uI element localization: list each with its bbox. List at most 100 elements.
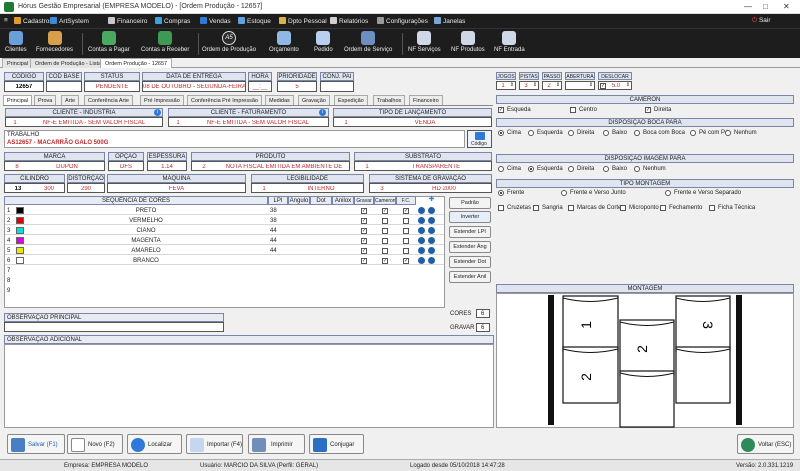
padrao-button[interactable]: Padrão — [449, 197, 491, 209]
estender-anil-button[interactable]: Estender Anil — [449, 271, 491, 283]
deslocar-checkbox[interactable]: ✓ — [600, 83, 606, 89]
imagem-radio-2[interactable] — [568, 166, 574, 172]
tab-principal[interactable]: Principal — [2, 58, 34, 68]
imprimir-button[interactable]: Imprimir — [248, 434, 305, 454]
sair-button[interactable]: ⏻ Sair — [752, 17, 771, 25]
menu-cadastros[interactable]: Cadastros — [14, 17, 53, 25]
move-down-icon[interactable] — [418, 247, 425, 254]
cliente-industria-field[interactable]: 1 NF-E EMITIDA - SEM VALOR FISCAL — [5, 117, 163, 127]
subtab-medidas[interactable]: Medidas — [265, 95, 294, 105]
menu-artsystem[interactable]: ArtSystem — [50, 17, 89, 25]
subtab-expedicao[interactable]: Expedição — [334, 95, 368, 105]
cameron-direita-checkbox[interactable]: ✓ — [645, 107, 651, 113]
boca-radio-6[interactable] — [725, 130, 731, 136]
montagem-check-3[interactable] — [620, 205, 626, 211]
move-down-icon[interactable] — [418, 237, 425, 244]
jogos-field[interactable]: 1 ⇕ — [496, 81, 516, 90]
toolbar-contas-pagar[interactable]: Contas a Pagar — [88, 31, 130, 53]
menu-configuracoes[interactable]: Configurações — [377, 17, 428, 25]
subtab-financeiro[interactable]: Financeiro — [409, 95, 443, 105]
toolbar-ordem-servico[interactable]: Ordem de Serviço — [344, 31, 392, 53]
gravar-checkbox[interactable]: ✓ — [361, 218, 367, 224]
tipo_montagem-radio-1[interactable] — [561, 190, 567, 196]
move-down-icon[interactable] — [418, 227, 425, 234]
cameron-esquerda-checkbox[interactable]: ✓ — [498, 107, 504, 113]
imagem-radio-1[interactable] — [528, 166, 534, 172]
montagem-check-4[interactable] — [660, 205, 666, 211]
importar-button[interactable]: Importar (F4) — [186, 434, 243, 454]
boca-radio-2[interactable] — [568, 130, 574, 136]
toolbar-nf-produtos[interactable]: NF Produtos — [451, 31, 485, 53]
cliente-faturamento-field[interactable]: 1 NF-E EMITIDA - SEM VALOR FISCAL — [168, 117, 329, 127]
move-down-icon[interactable] — [418, 257, 425, 264]
fc-checkbox[interactable] — [403, 248, 409, 254]
abertura-field[interactable]: ⇕ — [565, 81, 595, 90]
boca-radio-3[interactable] — [603, 130, 609, 136]
maquina-field[interactable]: FEVA — [107, 183, 246, 193]
minimize-icon[interactable]: — — [744, 2, 752, 11]
boca-radio-4[interactable] — [634, 130, 640, 136]
opcao-field[interactable]: DFS — [108, 161, 144, 171]
gravar-checkbox[interactable]: ✓ — [361, 208, 367, 214]
spin-icon[interactable]: ⇕ — [533, 82, 537, 88]
marca-field[interactable]: 8 DUPON — [4, 161, 105, 171]
gravar-checkbox[interactable]: ✓ — [361, 238, 367, 244]
color-lpi[interactable]: 44 — [270, 228, 277, 234]
subtab-conferencia-pre-impressao[interactable]: Conferência Pré Impressão — [187, 95, 262, 105]
remove-color-icon[interactable] — [428, 247, 435, 254]
deslocar-field[interactable]: ✓ 5.0 ⇕ — [598, 81, 632, 90]
passo-field[interactable]: 2 ⇕ — [542, 81, 562, 90]
legibilidade-field[interactable]: 1 INTERNO — [251, 183, 364, 193]
menu-vendas[interactable]: Vendas — [200, 17, 231, 25]
toolbar-clientes[interactable]: Clientes — [5, 31, 27, 53]
cameron-checkbox[interactable] — [382, 238, 388, 244]
fc-checkbox[interactable] — [403, 228, 409, 234]
info-icon[interactable]: i — [154, 109, 161, 116]
obs-adicional-field[interactable] — [4, 344, 494, 428]
gravar-checkbox[interactable]: ✓ — [361, 258, 367, 264]
spin-icon[interactable]: ⇕ — [589, 82, 593, 88]
cameron-checkbox[interactable]: ✓ — [382, 258, 388, 264]
subtab-principal[interactable]: Principal — [3, 95, 33, 105]
menu-estoque[interactable]: Estoque — [238, 17, 271, 25]
remove-color-icon[interactable] — [428, 207, 435, 214]
hamburger-icon[interactable]: ≡ — [4, 17, 8, 24]
cameron-checkbox[interactable] — [382, 248, 388, 254]
inverter-button[interactable]: Inverter — [449, 211, 491, 223]
subtab-pre-impressao[interactable]: Pré Impressão — [140, 95, 184, 105]
imagem-radio-0[interactable] — [498, 166, 504, 172]
obs-principal-field[interactable] — [4, 322, 224, 332]
montagem-check-5[interactable] — [709, 205, 715, 211]
tab-ordem-producao-lista[interactable]: Ordem de Produção - Lista — [30, 58, 107, 68]
fc-checkbox[interactable]: ✓ — [403, 258, 409, 264]
boca-radio-0[interactable] — [498, 130, 504, 136]
cod-base-field[interactable] — [46, 81, 82, 92]
toolbar-nf-servicos[interactable]: NF Serviços — [408, 31, 441, 53]
info-icon[interactable]: i — [319, 109, 326, 116]
data-entrega-field[interactable]: 08 DE OUTUBRO - SEGUNDA-FEIRA — [142, 81, 246, 92]
tab-ordem-producao-12657[interactable]: Ordem Produção - 12657 — [100, 58, 173, 68]
prioridade-field[interactable]: 5 — [277, 81, 317, 92]
localizar-button[interactable]: Localizar — [127, 434, 182, 454]
move-down-icon[interactable] — [418, 207, 425, 214]
spin-icon[interactable]: ⇕ — [626, 82, 630, 88]
hora-field[interactable]: __:__ — [248, 81, 272, 92]
color-lpi[interactable]: 38 — [270, 208, 277, 214]
tipo_montagem-radio-2[interactable] — [665, 190, 671, 196]
trabalho-field[interactable]: TRABALHO AS12657 - MACARRÃO GALO 500G — [4, 130, 465, 148]
color-lpi[interactable]: 38 — [270, 218, 277, 224]
distorcao-field[interactable]: 290 — [67, 183, 105, 193]
imagem-radio-3[interactable] — [603, 166, 609, 172]
menu-financeiro[interactable]: Financeiro — [108, 17, 147, 25]
estender-ang-button[interactable]: Estender Âng — [449, 241, 491, 253]
close-icon[interactable]: ✕ — [783, 2, 790, 11]
subtab-arte[interactable]: Arte — [61, 95, 80, 105]
subtab-conferencia-arte[interactable]: Conferência Arte — [84, 95, 133, 105]
toolbar-orcamento[interactable]: Orçamento — [269, 31, 299, 53]
cilindro-field[interactable]: 13 300 — [4, 183, 65, 193]
move-down-icon[interactable] — [418, 217, 425, 224]
add-color-icon[interactable]: ✚ — [428, 196, 435, 203]
gravar-checkbox[interactable]: ✓ — [361, 248, 367, 254]
boca-radio-5[interactable] — [690, 130, 696, 136]
estender-lpi-button[interactable]: Estender LPI — [449, 226, 491, 238]
